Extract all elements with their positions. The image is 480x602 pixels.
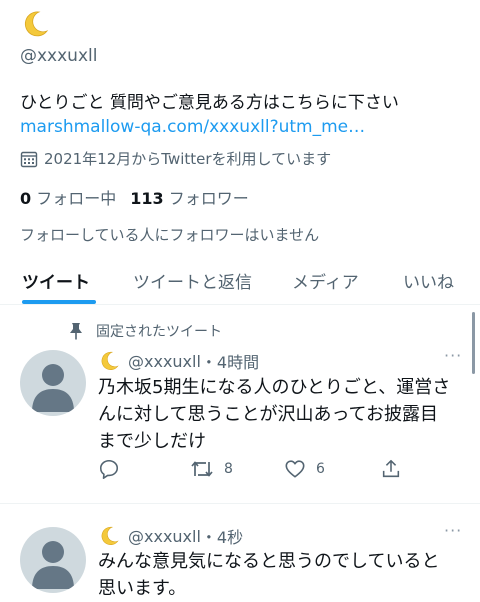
tweet-time[interactable]: ・4秒 [201,524,243,548]
profile-tabs: ツイート ツイートと返信 メディア いいね [0,258,480,305]
tweet-header: @xxxuxll ・4時間 [98,349,259,373]
tweet-line: まで少しだけ [98,431,206,452]
profile-joined: 2021年12月からTwitterを利用しています [20,148,331,169]
reply-button[interactable] [98,458,120,480]
avatar[interactable] [20,527,86,593]
crescent-moon-icon [101,526,119,545]
crescent-moon-icon [101,351,119,370]
pin-icon [70,323,82,340]
profile-link[interactable]: marshmallow-qa.com/xxxuxll?utm_me… [20,117,365,137]
tweet-text: みんな意見気になると思うのでしていると 思います。 [98,548,468,602]
like-button[interactable]: 6 [284,458,325,480]
active-tab-indicator [22,300,96,304]
heart-icon [285,460,305,478]
tweet-line: 乃木坂5期生になる人のひとりごと、運営さ [98,377,451,398]
tab-media[interactable]: メディア [292,268,359,293]
tweet-line: んに対して思うことが沢山あってお披露目 [98,404,439,425]
share-icon [382,459,400,478]
follow-stats: 0 フォロー中 113 フォロワー [20,185,249,209]
tweet-header: @xxxuxll ・4秒 [98,524,243,548]
tweet-text: 乃木坂5期生になる人のひとりごと、運営さ んに対して思うことが沢山あってお披露目… [98,374,468,455]
following-count: 0 [20,189,32,208]
tweet-line: 思います。 [98,578,187,599]
profile-handle: @xxxuxll [20,46,98,66]
joined-text: 2021年12月からTwitterを利用しています [44,150,332,168]
scrollbar[interactable] [472,312,475,374]
tweet-line: みんな意見気になると思うのでしていると [98,551,440,572]
retweet-icon [191,461,213,477]
tweet-handle[interactable]: @xxxuxll [128,527,201,546]
pinned-text: 固定されたツイート [96,324,222,340]
retweet-count: 8 [224,461,233,477]
crescent-moon-icon [24,11,49,37]
followers-label: フォロワー [168,189,249,208]
default-avatar-icon [32,541,74,589]
share-button[interactable] [380,458,402,480]
followers-link[interactable]: 113 フォロワー [130,189,249,208]
tab-likes[interactable]: いいね [403,268,454,293]
pinned-label: 固定されたツイート [68,321,222,341]
not-followed-note: フォローしている人にフォロワーはいません [20,226,320,244]
tweet-handle[interactable]: @xxxuxll [128,352,201,371]
retweet-button[interactable]: 8 [190,458,233,480]
following-link[interactable]: 0 フォロー中 [20,189,116,208]
tab-tweets[interactable]: ツイート [22,268,90,293]
tweet-time[interactable]: ・4時間 [201,349,259,373]
tab-tweets-and-replies[interactable]: ツイートと返信 [133,268,252,293]
tweet-actions: 8 6 [98,458,408,482]
following-label: フォロー中 [36,189,117,208]
reply-icon [99,459,119,479]
tweet-divider [0,503,480,504]
default-avatar-icon [32,364,74,412]
like-count: 6 [316,461,325,477]
profile-bio: ひとりごと 質問やご意見ある方はこちらに下さい [20,93,399,113]
more-icon[interactable]: ··· [444,346,462,365]
followers-count: 113 [130,189,164,208]
calendar-icon [20,151,38,167]
avatar[interactable] [20,350,86,416]
more-icon[interactable]: ··· [444,521,462,540]
